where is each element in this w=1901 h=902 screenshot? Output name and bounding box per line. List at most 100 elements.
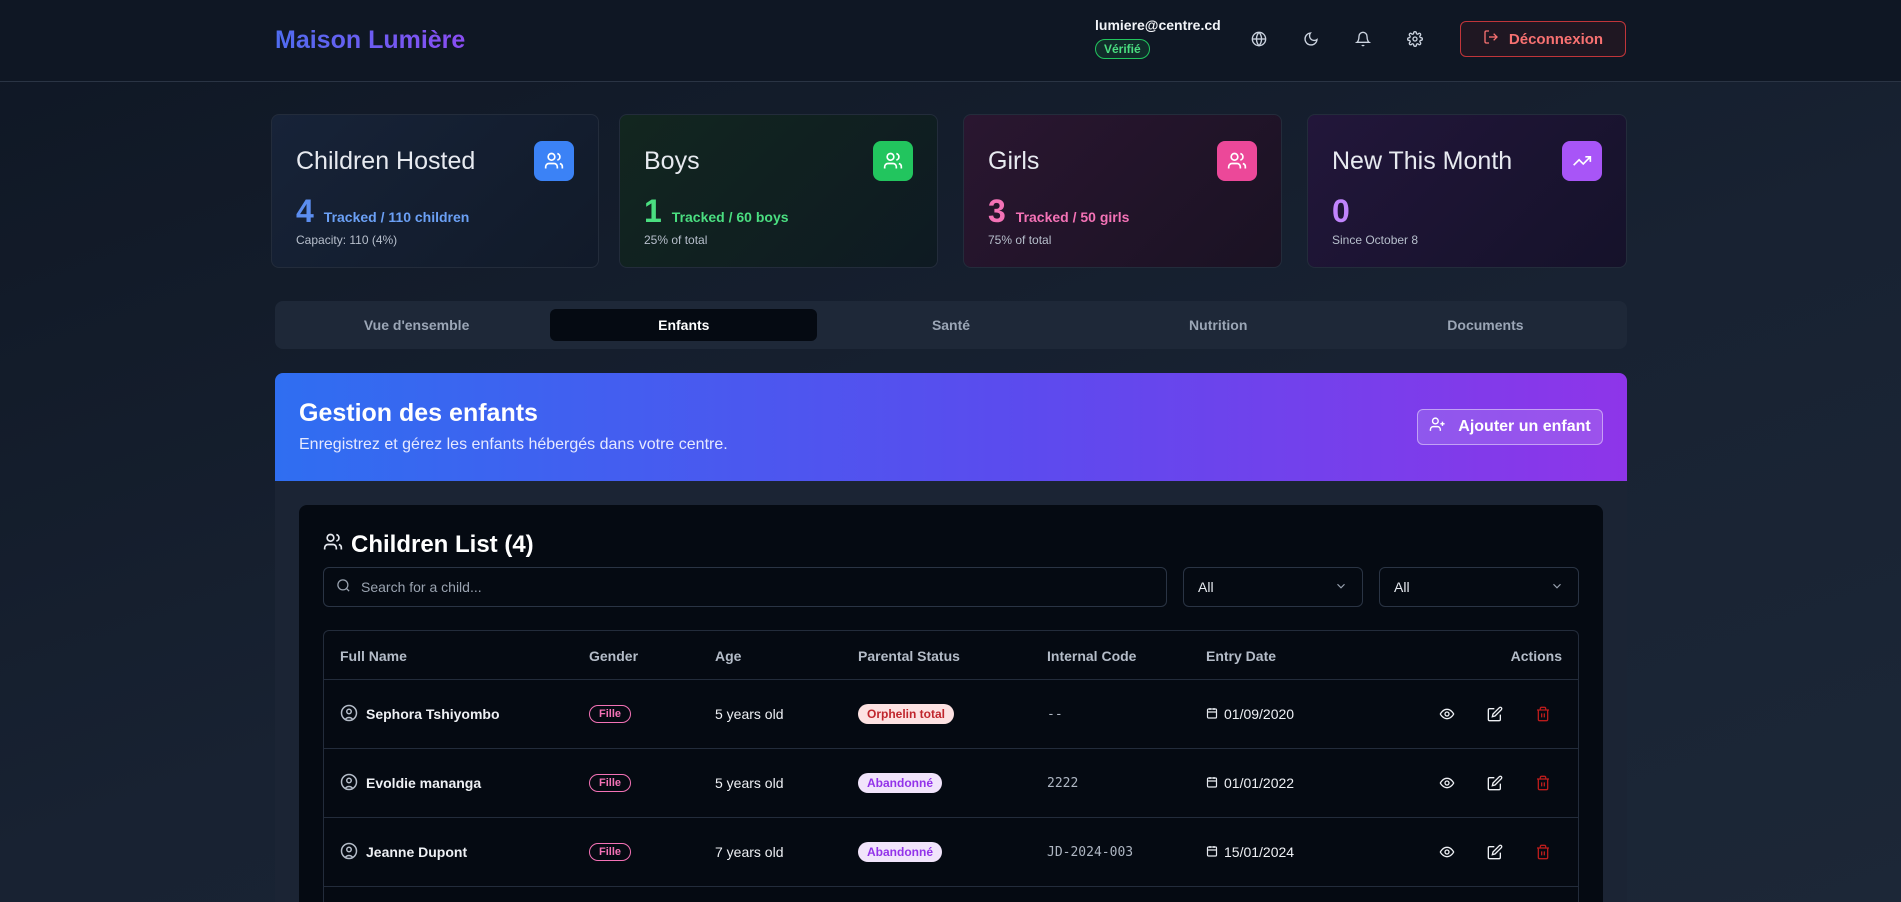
chevron-down-icon [1334,579,1348,596]
calendar-icon [1206,844,1218,860]
eye-icon[interactable] [1435,840,1459,864]
eye-icon[interactable] [1435,771,1459,795]
age-cell: 5 years old [715,775,784,791]
banner-title: Gestion des enfants [299,399,538,427]
stat-tracked: Tracked / 50 girls [1015,209,1130,225]
stat-value-row: 0 [1332,193,1350,230]
tab-health[interactable]: Santé [817,309,1084,341]
code-cell: JD-2024-003 [1047,844,1134,860]
filter-status-select[interactable]: All [1379,567,1579,607]
children-list-card: Children List (4) All All Full Name Gend… [299,505,1603,902]
date-cell: 15/01/2024 [1206,818,1294,886]
stat-subtext: Capacity: 110 (4%) [296,233,398,247]
status-badge: Orphelin total [858,704,954,724]
users-icon [323,531,343,559]
filter-gender-value: All [1198,579,1214,595]
age-cell: 7 years old [715,844,784,860]
entry-date: 01/01/2022 [1224,775,1295,791]
tab-overview[interactable]: Vue d'ensemble [283,309,550,341]
stat-title: New This Month [1332,147,1513,175]
col-gender[interactable]: Gender [589,648,638,664]
stat-number: 1 [644,193,662,229]
search-input[interactable] [361,579,1141,595]
edit-icon[interactable] [1483,702,1507,726]
eye-icon[interactable] [1435,702,1459,726]
user-circle-icon [340,704,358,725]
logout-label: Déconnexion [1508,30,1604,48]
user-info: lumiere@centre.cd Vérifié [1095,17,1221,59]
stat-number: 3 [988,193,1006,229]
users-icon [534,141,574,181]
globe-icon[interactable] [1246,26,1272,52]
stat-tracked: Tracked / 110 children [323,209,470,225]
users-icon [1217,141,1257,181]
stat-value-row: 3 Tracked / 50 girls [988,193,1129,230]
gender-cell: Fille [589,680,632,748]
tab-documents[interactable]: Documents [1352,309,1619,341]
code-cell: -- [1047,706,1063,722]
col-internal-code[interactable]: Internal Code [1047,648,1136,664]
entry-date: 01/09/2020 [1224,706,1295,722]
col-actions: Actions [1510,648,1562,664]
gender-badge: Fille [589,843,632,861]
brand-logo[interactable]: Maison Lumière [275,26,465,55]
stat-title: Boys [644,147,700,175]
logout-icon [1483,29,1499,49]
date-cell: 01/01/2022 [1206,749,1294,817]
col-parental-status[interactable]: Parental Status [858,648,960,664]
stat-card-girls: Girls 3 Tracked / 50 girls 75% of total [963,114,1282,268]
gender-cell: Fille [589,749,632,817]
children-table: Full Name Gender Age Parental Status Int… [323,630,1579,902]
top-bar: Maison Lumière lumiere@centre.cd Vérifié… [0,0,1901,82]
moon-icon[interactable] [1298,26,1324,52]
bell-icon[interactable] [1350,26,1376,52]
trash-icon[interactable] [1531,702,1555,726]
col-full-name[interactable]: Full Name [340,648,407,664]
stat-number: 4 [296,193,314,229]
search-box [323,567,1167,607]
trash-icon[interactable] [1531,771,1555,795]
table-row: Evoldie mananga Fille 5 years old Abando… [324,749,1578,818]
tab-nutrition[interactable]: Nutrition [1085,309,1352,341]
stat-subtext: Since October 8 [1332,233,1419,247]
stat-card-new-month: New This Month 0 Since October 8 [1307,114,1627,268]
add-child-label: Ajouter un enfant [1458,418,1591,435]
stat-number: 0 [1332,193,1350,229]
col-age[interactable]: Age [715,648,741,664]
status-badge: Abandonné [858,773,942,793]
children-management-banner: Gestion des enfants Enregistrez et gérez… [275,373,1627,481]
col-entry-date[interactable]: Entry Date [1206,648,1276,664]
stat-title: Children Hosted [296,147,476,175]
gender-cell: Fille [589,818,632,886]
gear-icon[interactable] [1402,26,1428,52]
add-child-button[interactable]: Ajouter un enfant [1417,409,1603,445]
filter-gender-select[interactable]: All [1183,567,1363,607]
tab-children[interactable]: Enfants [550,309,818,341]
logout-button[interactable]: Déconnexion [1460,21,1626,57]
search-icon [336,578,351,596]
banner-subtitle: Enregistrez et gérez les enfants hébergé… [299,436,728,453]
child-name: Sephora Tshiyombo [366,706,500,722]
stat-value-row: 1 Tracked / 60 boys [644,193,789,230]
status-cell: Abandonné [858,818,942,886]
status-badge: Abandonné [858,842,942,862]
stat-card-boys: Boys 1 Tracked / 60 boys 25% of total [619,114,938,268]
users-icon [873,141,913,181]
verified-badge: Vérifié [1095,39,1150,59]
stat-subtext: 75% of total [988,233,1052,247]
age-cell: 5 years old [715,706,784,722]
edit-icon[interactable] [1483,771,1507,795]
stat-tracked: Tracked / 60 boys [671,209,789,225]
edit-icon[interactable] [1483,840,1507,864]
user-email: lumiere@centre.cd [1095,17,1221,33]
entry-date: 15/01/2024 [1224,844,1295,860]
status-cell: Orphelin total [858,680,954,748]
trash-icon[interactable] [1531,840,1555,864]
user-circle-icon [340,773,358,794]
child-name: Evoldie mananga [366,775,482,791]
stat-value-row: 4 Tracked / 110 children [296,193,469,230]
table-row: Jeanne Dupont Fille 7 years old Abandonn… [324,818,1578,887]
date-cell: 01/09/2020 [1206,680,1294,748]
status-cell: Abandonné [858,749,942,817]
table-header: Full Name Gender Age Parental Status Int… [324,631,1578,680]
